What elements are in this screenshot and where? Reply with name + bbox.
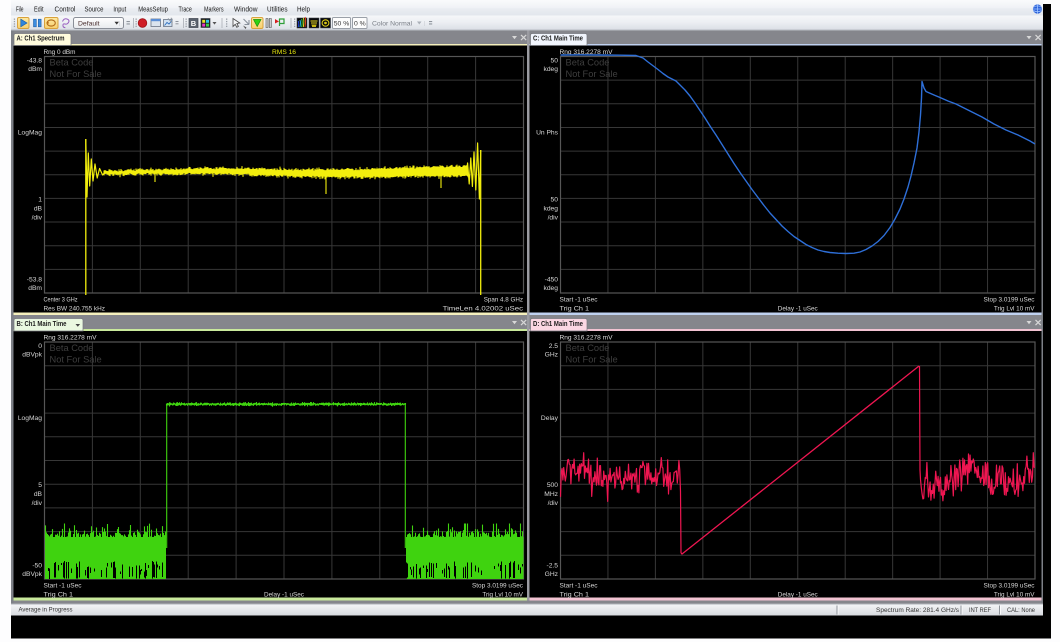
svg-text:Trig Ch 1: Trig Ch 1 [560,592,590,599]
svg-text:kdeg: kdeg [543,66,558,73]
svg-text:Control: Control [55,7,76,14]
svg-text:Window: Window [234,7,258,14]
svg-text:LogMag: LogMag [18,130,42,137]
svg-text:kdeg: kdeg [543,206,558,213]
svg-text:Not For Sale: Not For Sale [50,69,102,79]
svg-text:-50: -50 [32,563,42,570]
svg-text:kdeg: kdeg [543,285,558,292]
svg-text:-53.8: -53.8 [27,277,43,284]
svg-text:0: 0 [38,343,42,350]
svg-text:-450: -450 [545,277,559,284]
svg-text:Beta Code: Beta Code [50,343,94,353]
svg-text:Beta Code: Beta Code [566,343,610,353]
svg-text:500: 500 [547,482,558,489]
svg-text:Trig Ch 1: Trig Ch 1 [560,306,590,313]
svg-text:Not For Sale: Not For Sale [50,355,102,365]
svg-text:Delay -1 uSec: Delay -1 uSec [778,592,819,599]
svg-text:Beta Code: Beta Code [50,57,94,67]
svg-text:50: 50 [551,58,559,65]
svg-text:Delay -1 uSec: Delay -1 uSec [264,592,305,599]
svg-text:Span 4.8 GHz: Span 4.8 GHz [484,297,524,304]
svg-text:Stop 3.0199 uSec: Stop 3.0199 uSec [472,583,524,590]
svg-text:Start -1 uSec: Start -1 uSec [560,297,599,304]
svg-text:Help: Help [297,7,310,14]
svg-text:Not For Sale: Not For Sale [566,69,618,79]
svg-text:Delay -1 uSec: Delay -1 uSec [778,306,819,313]
svg-text:dB: dB [34,206,43,213]
svg-text:Un Phs: Un Phs [536,130,559,137]
svg-text:Source: Source [85,7,104,14]
svg-text:LogMag: LogMag [18,415,42,422]
svg-text:/div: /div [548,215,559,222]
svg-text:Markers: Markers [204,7,224,14]
svg-text:Trig Ch 1: Trig Ch 1 [44,592,74,599]
svg-text:TimeLen 4.02002 uSec: TimeLen 4.02002 uSec [443,306,524,313]
svg-text:Spectrum Rate: 281.4 GHz/s: Spectrum Rate: 281.4 GHz/s [876,607,960,614]
svg-text:Res BW 240.755 kHz: Res BW 240.755 kHz [44,306,106,313]
svg-text:/div: /div [32,500,43,507]
svg-text:Trig Lvl 10 mV: Trig Lvl 10 mV [482,592,523,599]
svg-text:-43.8: -43.8 [27,58,43,65]
svg-text:dBVpk: dBVpk [22,352,42,359]
svg-text:B: B [191,19,197,28]
svg-text:Edit: Edit [34,7,44,14]
svg-text:RMS 16: RMS 16 [272,49,296,56]
svg-text:2.5: 2.5 [549,343,559,350]
svg-text:Rng 316.2278 mV: Rng 316.2278 mV [44,335,98,342]
svg-text:1: 1 [38,197,42,204]
svg-text:50 %: 50 % [334,20,350,27]
svg-text:Start -1 uSec: Start -1 uSec [560,583,599,590]
svg-text:/div: /div [548,500,559,507]
svg-text:Rng 316.2278 mV: Rng 316.2278 mV [560,335,614,342]
svg-text:B: Ch1 Main Time: B: Ch1 Main Time [17,321,67,328]
svg-text:GHz: GHz [545,571,559,578]
svg-text:Stop 3.0199 uSec: Stop 3.0199 uSec [984,583,1036,590]
svg-text:GHz: GHz [545,352,559,359]
svg-text:Rng 0 dBm: Rng 0 dBm [44,49,76,56]
svg-text:5: 5 [38,482,42,489]
svg-text:dBVpk: dBVpk [22,571,42,578]
svg-text:50: 50 [551,197,559,204]
svg-text:Trig Lvl 10 mV: Trig Lvl 10 mV [994,592,1035,599]
svg-text:Start -1 uSec: Start -1 uSec [44,583,83,590]
svg-text:MHz: MHz [544,491,558,498]
svg-text:Delay: Delay [541,415,559,422]
svg-text:Stop 3.0199 uSec: Stop 3.0199 uSec [984,297,1036,304]
svg-text:-2.5: -2.5 [546,563,558,570]
svg-text:Average in Progress: Average in Progress [19,607,74,614]
svg-text:Input: Input [113,7,126,14]
svg-text:Beta Code: Beta Code [566,57,610,67]
svg-text:D: Ch1 Main Time: D: Ch1 Main Time [533,321,583,328]
svg-text:A: Ch1 Spectrum: A: Ch1 Spectrum [17,36,65,43]
svg-text:Trace: Trace [179,7,192,14]
svg-text:/div: /div [32,215,43,222]
svg-text:Utilities: Utilities [267,7,288,14]
svg-text:Not For Sale: Not For Sale [566,355,618,365]
svg-text:Default: Default [78,20,100,27]
svg-text:0 %: 0 % [354,20,366,27]
svg-text:dB: dB [34,491,43,498]
svg-text:Center 3 GHz: Center 3 GHz [44,297,79,304]
svg-text:File: File [16,7,24,14]
svg-text:C: Ch1 Main Time: C: Ch1 Main Time [533,36,583,43]
svg-text:CAL: None: CAL: None [1007,607,1035,614]
svg-text:dBm: dBm [28,66,42,73]
svg-text:Color Normal: Color Normal [372,20,413,27]
svg-text:MeasSetup: MeasSetup [138,7,168,14]
svg-text:Trig Lvl 10 mV: Trig Lvl 10 mV [994,306,1035,313]
svg-text:INT REF: INT REF [969,607,991,614]
svg-text:dBm: dBm [28,285,42,292]
